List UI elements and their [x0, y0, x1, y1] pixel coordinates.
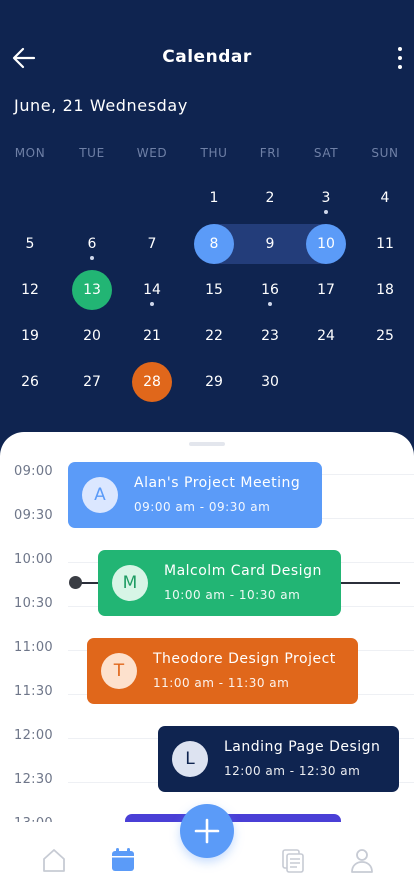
calendar-day[interactable]: 12 — [10, 270, 50, 310]
time-label: 11:30 — [14, 684, 53, 699]
event-dot — [324, 210, 328, 214]
event-time: 11:00 am - 11:30 am — [153, 676, 290, 690]
home-icon[interactable] — [40, 846, 68, 874]
calendar-day[interactable]: 18 — [365, 270, 405, 310]
time-label: 09:30 — [14, 508, 53, 523]
event-card[interactable]: T Theodore Design Project 11:00 am - 11:… — [87, 638, 358, 704]
calendar-day[interactable]: 4 — [365, 178, 405, 218]
event-dot — [268, 302, 272, 306]
calendar-day[interactable]: 21 — [132, 316, 172, 356]
time-label: 11:00 — [14, 640, 53, 655]
calendar-day[interactable]: 10 — [306, 224, 346, 264]
calendar-day[interactable]: 25 — [365, 316, 405, 356]
calendar-day[interactable]: 24 — [306, 316, 346, 356]
calendar-day[interactable]: 2 — [250, 178, 290, 218]
event-time: 12:00 am - 12:30 am — [224, 764, 361, 778]
calendar-day[interactable]: 26 — [10, 362, 50, 402]
time-label: 12:00 — [14, 728, 53, 743]
event-dot — [90, 256, 94, 260]
month-grid: 1 2 3 4 5 6 7 8 9 10 11 12 13 14 15 16 17 18 19 20 21 22 23 24 2… — [0, 0, 414, 440]
time-label: 10:30 — [14, 596, 53, 611]
calendar-day[interactable]: 20 — [72, 316, 112, 356]
calendar-day[interactable]: 27 — [72, 362, 112, 402]
calendar-day[interactable]: 28 — [132, 362, 172, 402]
calendar-day[interactable]: 1 — [194, 178, 234, 218]
calendar-day[interactable]: 19 — [10, 316, 50, 356]
event-avatar: T — [101, 653, 137, 689]
event-avatar: A — [82, 477, 118, 513]
event-avatar: M — [112, 565, 148, 601]
calendar-day[interactable]: 17 — [306, 270, 346, 310]
event-title: Alan's Project Meeting — [134, 475, 301, 491]
profile-icon[interactable] — [348, 846, 376, 874]
calendar-header: Calendar June, 21 Wednesday MON TUE WED … — [0, 0, 414, 440]
calendar-day[interactable]: 22 — [194, 316, 234, 356]
time-label: 12:30 — [14, 772, 53, 787]
calendar-day[interactable]: 8 — [194, 224, 234, 264]
event-title: Theodore Design Project — [153, 651, 336, 667]
event-avatar: L — [172, 741, 208, 777]
event-title: Malcolm Card Design — [164, 563, 322, 579]
event-card[interactable]: L Landing Page Design 12:00 am - 12:30 a… — [158, 726, 399, 792]
event-card[interactable]: A Alan's Project Meeting 09:00 am - 09:3… — [68, 462, 322, 528]
add-event-button[interactable] — [180, 804, 234, 858]
calendar-day[interactable]: 7 — [132, 224, 172, 264]
current-time-indicator — [69, 576, 82, 589]
event-dot — [150, 302, 154, 306]
calendar-day[interactable]: 23 — [250, 316, 290, 356]
calendar-day[interactable]: 5 — [10, 224, 50, 264]
event-time: 10:00 am - 10:30 am — [164, 588, 301, 602]
time-label: 10:00 — [14, 552, 53, 567]
calendar-day[interactable]: 29 — [194, 362, 234, 402]
event-card[interactable]: M Malcolm Card Design 10:00 am - 10:30 a… — [98, 550, 341, 616]
calendar-day[interactable]: 30 — [250, 362, 290, 402]
calendar-day[interactable]: 9 — [250, 224, 290, 264]
calendar-day[interactable]: 15 — [194, 270, 234, 310]
event-title: Landing Page Design — [224, 739, 381, 755]
event-time: 09:00 am - 09:30 am — [134, 500, 271, 514]
calendar-icon[interactable] — [109, 846, 137, 874]
calendar-day[interactable]: 11 — [365, 224, 405, 264]
time-label: 09:00 — [14, 464, 53, 479]
add-icon — [194, 818, 220, 844]
calendar-day[interactable]: 13 — [72, 270, 112, 310]
documents-icon[interactable] — [279, 846, 307, 874]
